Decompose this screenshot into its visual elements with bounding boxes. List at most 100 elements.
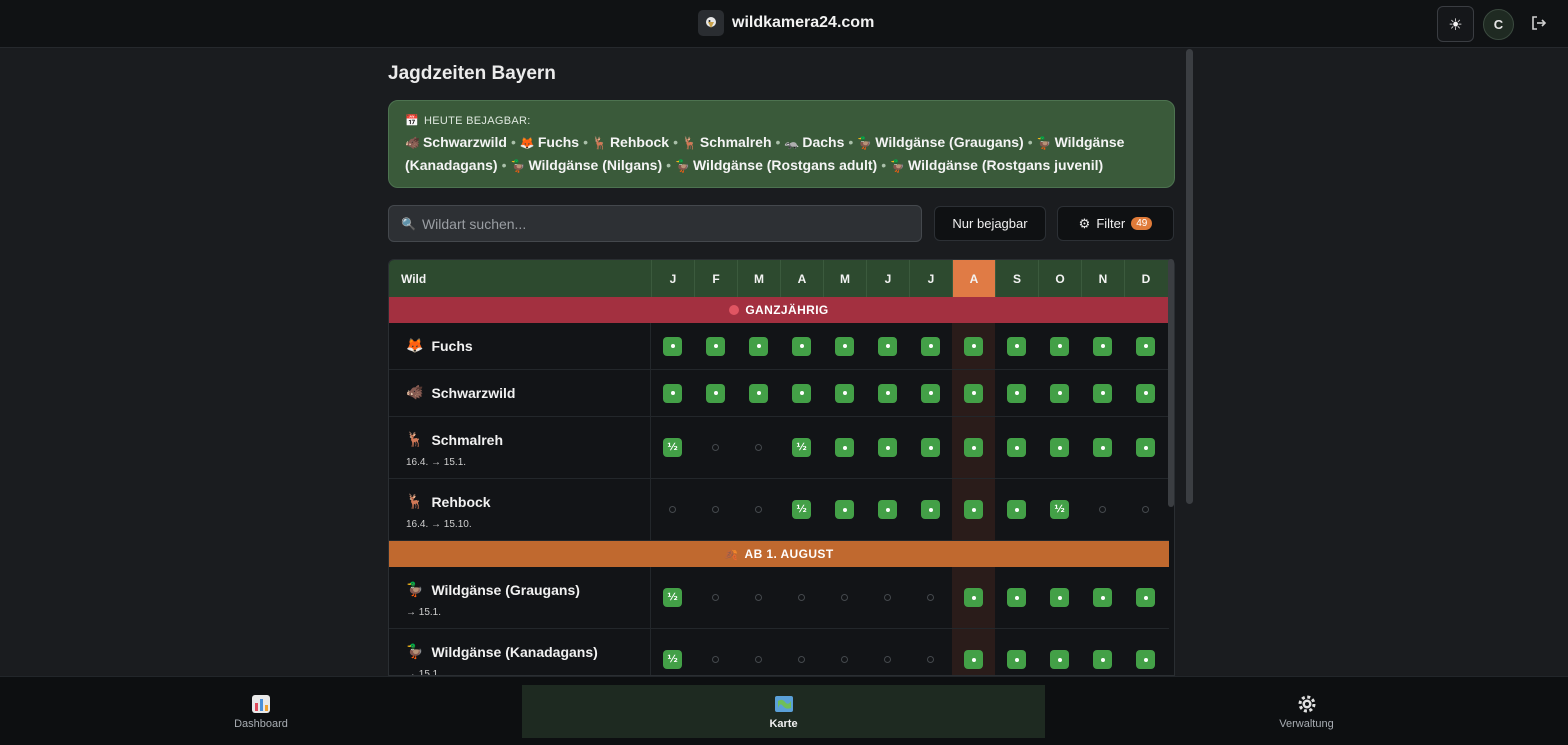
closed-season-marker [755, 594, 762, 601]
month-cell [1038, 370, 1081, 416]
open-season-marker [964, 588, 983, 607]
separator: • [666, 157, 672, 173]
open-season-marker [1136, 383, 1155, 403]
today-huntable-panel: 📅 HEUTE BEJAGBAR: 🐗 Schwarzwild • 🦊 Fuchs • 🦌 R… [388, 100, 1175, 188]
month-cell [952, 629, 995, 675]
open-season-marker [1050, 336, 1069, 356]
month-cell [952, 323, 995, 369]
species-name: Wildgänse (Kanadagans) [431, 643, 598, 660]
closed-season-marker [841, 594, 848, 601]
separator: • [1027, 134, 1033, 150]
open-season-marker [835, 438, 854, 457]
open-season-marker [1093, 588, 1112, 607]
animal-icon: 🦆 [675, 159, 690, 173]
open-season-marker [835, 383, 854, 403]
animal-icon: 🐗 [405, 136, 420, 150]
section-header: GANZJÄHRIG [389, 297, 1169, 323]
open-season-marker [749, 336, 768, 356]
partial-season-marker: ½ [663, 650, 682, 669]
today-animal-name: Schwarzwild [422, 134, 507, 150]
open-season-marker [1093, 438, 1112, 457]
month-cell [1124, 479, 1167, 540]
month-cell [694, 629, 737, 675]
month-header-4: M [823, 260, 866, 297]
animal-icon: 🦌 [406, 431, 424, 447]
month-cell [737, 567, 780, 628]
open-season-marker [663, 383, 682, 403]
closed-season-marker [927, 656, 934, 663]
species-name: Rehbock [431, 493, 491, 510]
month-cell [952, 567, 995, 628]
month-cell: ½ [651, 567, 694, 628]
today-animal-name: Wildgänse (Graugans) [875, 134, 1024, 150]
table-row[interactable]: 🦌 Schmalreh 16.4. → 15.1. ½ ½ [389, 417, 1169, 479]
partial-season-marker: ½ [663, 438, 682, 457]
only-huntable-button[interactable]: Nur bejagbar [934, 206, 1046, 241]
nav-karte[interactable]: Karte [522, 685, 1045, 738]
open-season-marker [792, 336, 811, 356]
species-name-row: 🦆 Wildgänse (Graugans) [406, 581, 580, 598]
brand[interactable]: wildkamera24.com [698, 10, 874, 36]
open-season-marker [1136, 336, 1155, 356]
table-row[interactable]: 🦆 Wildgänse (Graugans) → 15.1. ½ [389, 567, 1169, 629]
today-animal-name: Wildgänse (Rostgans adult) [692, 157, 878, 173]
map-icon [773, 693, 795, 715]
month-cell [737, 370, 780, 416]
month-cell [694, 567, 737, 628]
month-cell [1124, 629, 1167, 675]
month-cell [1081, 417, 1124, 478]
open-season-marker [1093, 383, 1112, 403]
today-list: 🐗 Schwarzwild • 🦊 Fuchs • 🦌 Rehbock • 🦌 Schmalreh •… [405, 131, 1158, 177]
filter-button[interactable]: ⚙ Filter 49 [1057, 206, 1174, 241]
search-field[interactable]: 🔍 [388, 205, 922, 242]
table-row[interactable]: 🦊 Fuchs [389, 323, 1169, 370]
month-cell [1124, 567, 1167, 628]
table-row[interactable]: 🐗 Schwarzwild [389, 370, 1169, 417]
species-cell: 🐗 Schwarzwild [389, 370, 651, 416]
species-name: Wildgänse (Graugans) [431, 581, 580, 598]
page-scrollbar[interactable] [1186, 49, 1193, 504]
open-season-marker [1007, 383, 1026, 403]
month-cell [909, 567, 952, 628]
table-row[interactable]: 🦌 Rehbock 16.4. → 15.10. ½ ½ [389, 479, 1169, 541]
month-cell [823, 370, 866, 416]
month-header-0: J [651, 260, 694, 297]
nav-verwaltung[interactable]: Verwaltung [1045, 685, 1568, 738]
month-header-6: J [909, 260, 952, 297]
open-season-marker [921, 336, 940, 356]
open-season-marker [878, 383, 897, 403]
month-cell [866, 323, 909, 369]
theme-toggle-button[interactable]: ☀ [1437, 6, 1474, 42]
nav-dashboard[interactable]: Dashboard [0, 685, 522, 738]
table-row[interactable]: 🦆 Wildgänse (Kanadagans) → 15.1. ½ [389, 629, 1169, 675]
avatar-letter: C [1493, 17, 1504, 32]
month-cell [780, 629, 823, 675]
month-cell [995, 417, 1038, 478]
month-cell [866, 479, 909, 540]
month-header-5: J [866, 260, 909, 297]
animal-icon: 🦆 [890, 159, 906, 173]
closed-season-marker [712, 594, 719, 601]
today-label: HEUTE BEJAGBAR: [424, 114, 531, 127]
today-label-row: 📅 HEUTE BEJAGBAR: [405, 114, 1158, 128]
sun-icon: ☀ [1448, 14, 1463, 34]
avatar[interactable]: C [1483, 9, 1514, 40]
search-input[interactable] [421, 215, 902, 232]
month-cell: ½ [780, 417, 823, 478]
month-cell [909, 370, 952, 416]
month-cell [1038, 417, 1081, 478]
closed-season-marker [884, 594, 891, 601]
open-season-marker [792, 383, 811, 403]
month-cell [694, 417, 737, 478]
species-cell: 🦌 Schmalreh 16.4. → 15.1. [389, 417, 651, 478]
open-season-marker [1050, 588, 1069, 607]
logout-button[interactable] [1528, 12, 1550, 34]
closed-season-marker [669, 506, 676, 513]
section-label: GANZJÄHRIG [745, 303, 829, 317]
month-cell [737, 629, 780, 675]
closed-season-marker [841, 656, 848, 663]
partial-season-marker: ½ [792, 438, 811, 457]
season-range: 16.4. → 15.1. [406, 457, 467, 468]
open-season-marker [1050, 650, 1069, 669]
table-scrollbar[interactable] [1168, 259, 1174, 507]
